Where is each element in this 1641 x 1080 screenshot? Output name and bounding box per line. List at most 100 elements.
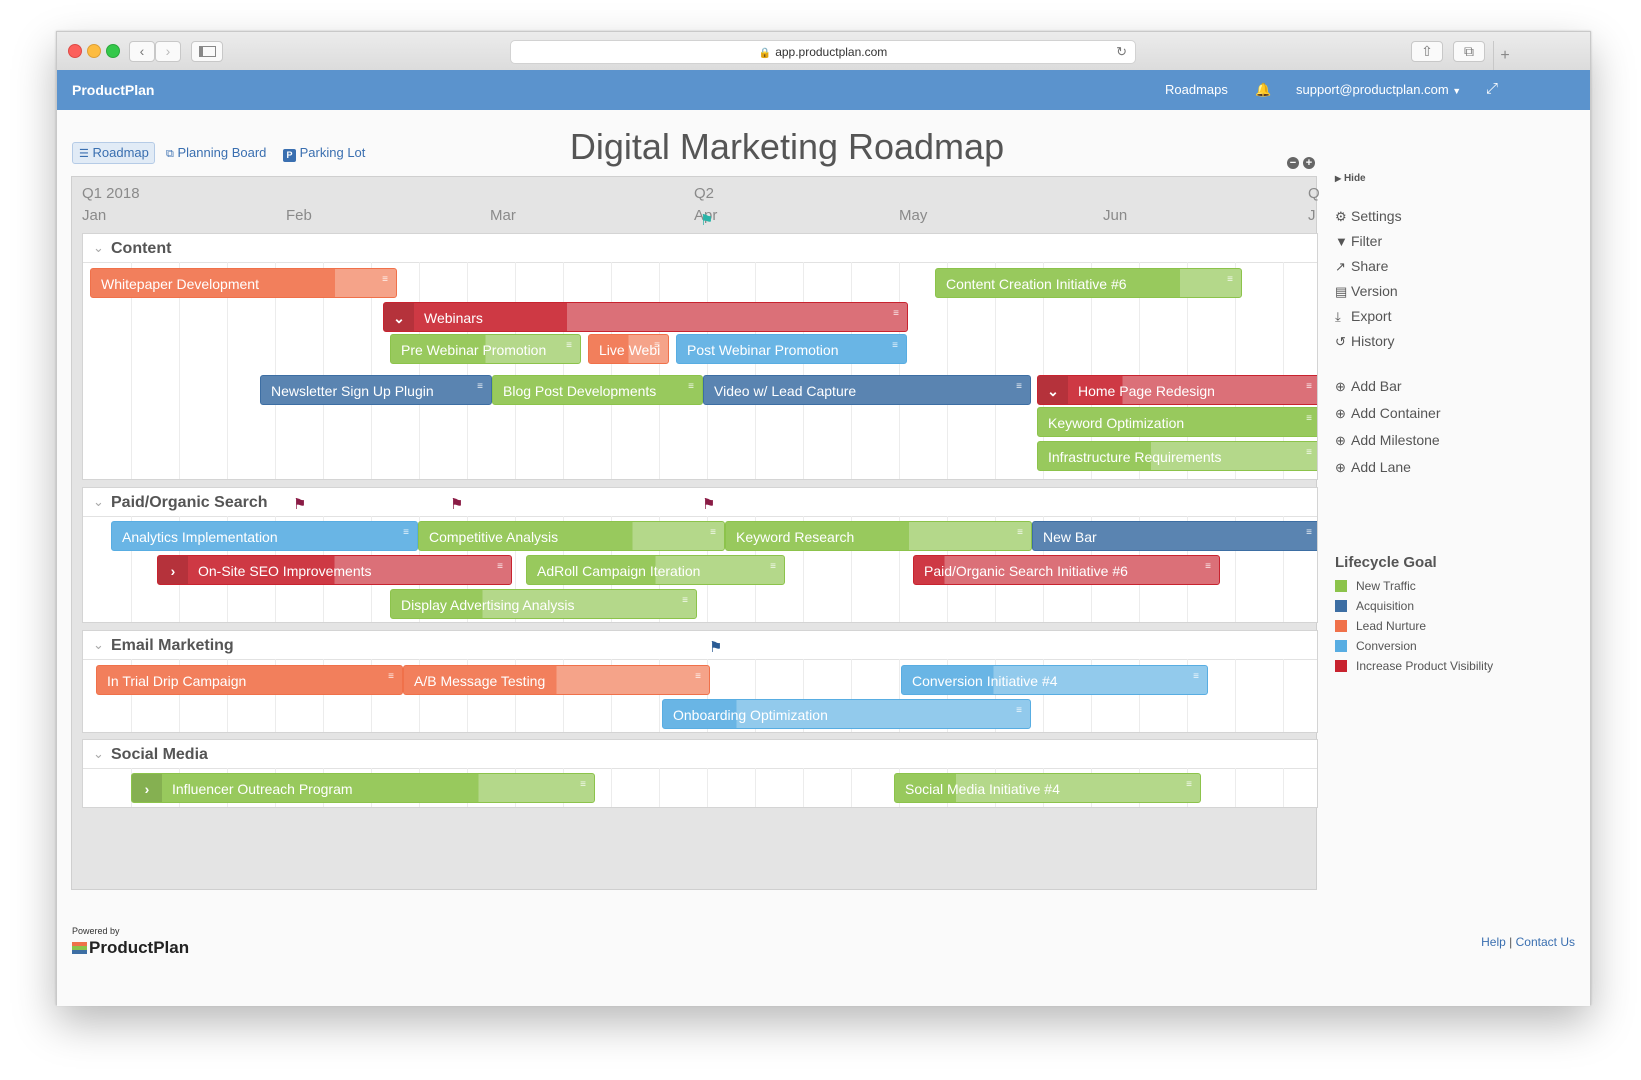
roadmap-bar[interactable]: › On-Site SEO Improvements ≡	[157, 555, 512, 585]
roadmap-bar[interactable]: Live Webi ≡	[588, 334, 669, 364]
roadmap-bar[interactable]: Analytics Implementation ≡	[111, 521, 418, 551]
drag-handle-icon[interactable]: ≡	[1186, 774, 1192, 800]
zoom-window-button[interactable]	[106, 44, 120, 58]
drag-handle-icon[interactable]: ≡	[566, 335, 572, 361]
notifications-bell-icon[interactable]: 🔔	[1255, 82, 1271, 98]
footer-logo[interactable]: ProductPlan	[72, 938, 189, 958]
zoom-in-icon[interactable]: +	[1303, 157, 1315, 169]
drag-handle-icon[interactable]: ≡	[1306, 442, 1312, 468]
forward-button[interactable]: ›	[155, 41, 181, 62]
sidebar-toggle-button[interactable]	[191, 41, 223, 62]
roadmap-bar[interactable]: Blog Post Developments ≡	[492, 375, 703, 405]
close-window-button[interactable]	[68, 44, 82, 58]
add-container-button[interactable]: ⊕ Add Container	[1335, 405, 1441, 422]
filter-menu-item[interactable]: ▼ Filter	[1335, 233, 1382, 249]
legend-item[interactable]: Increase Product Visibility	[1335, 659, 1493, 673]
roadmaps-link[interactable]: Roadmaps	[1165, 82, 1228, 97]
roadmap-bar[interactable]: Conversion Initiative #4 ≡	[901, 665, 1208, 695]
today-marker-flag-icon[interactable]: ⚑	[700, 213, 713, 228]
back-button[interactable]: ‹	[129, 41, 155, 62]
drag-handle-icon[interactable]: ≡	[1306, 522, 1312, 548]
roadmap-bar[interactable]: › Influencer Outreach Program ≡	[131, 773, 595, 803]
roadmap-bar[interactable]: Pre Webinar Promotion ≡	[390, 334, 581, 364]
zoom-out-icon[interactable]: −	[1287, 157, 1299, 169]
collapse-lane-chevron-icon[interactable]: ⌄	[93, 637, 104, 653]
drag-handle-icon[interactable]: ≡	[403, 522, 409, 548]
roadmap-bar[interactable]: ⌄ Home Page Redesign ≡	[1037, 375, 1317, 405]
drag-handle-icon[interactable]: ≡	[1227, 269, 1233, 295]
tab-roadmap[interactable]: ☰ Roadmap	[72, 142, 155, 164]
drag-handle-icon[interactable]: ≡	[1016, 376, 1022, 402]
expand-container-chevron-icon[interactable]: ›	[158, 556, 188, 584]
user-menu[interactable]: support@productplan.com ▼	[1296, 82, 1461, 97]
drag-handle-icon[interactable]: ≡	[770, 556, 776, 582]
reload-icon[interactable]: ↻	[1116, 41, 1127, 63]
collapse-container-chevron-icon[interactable]: ⌄	[1038, 376, 1068, 404]
roadmap-bar[interactable]: AdRoll Campaign Iteration ≡	[526, 555, 785, 585]
tab-parking-lot[interactable]: P Parking Lot	[277, 142, 371, 164]
lane-header[interactable]: ⌄ Content	[83, 234, 1317, 263]
roadmap-bar[interactable]: Paid/Organic Search Initiative #6 ≡	[913, 555, 1220, 585]
drag-handle-icon[interactable]: ≡	[893, 303, 899, 329]
roadmap-bar[interactable]: Keyword Research ≡	[725, 521, 1032, 551]
new-tab-button[interactable]: +	[1493, 41, 1516, 70]
drag-handle-icon[interactable]: ≡	[1193, 666, 1199, 692]
drag-handle-icon[interactable]: ≡	[1306, 376, 1312, 402]
milestone-flag-icon[interactable]: ⚑	[702, 497, 715, 512]
version-menu-item[interactable]: ▤ Version	[1335, 283, 1398, 300]
drag-handle-icon[interactable]: ≡	[892, 335, 898, 361]
legend-item[interactable]: Conversion	[1335, 639, 1417, 653]
roadmap-bar[interactable]: Video w/ Lead Capture ≡	[703, 375, 1031, 405]
lane-header[interactable]: ⌄ Paid/Organic Search	[83, 488, 1317, 517]
roadmap-bar[interactable]: Whitepaper Development ≡	[90, 268, 397, 298]
milestone-flag-icon[interactable]: ⚑	[293, 497, 306, 512]
minimize-window-button[interactable]	[87, 44, 101, 58]
roadmap-title[interactable]: Digital Marketing Roadmap	[512, 126, 1062, 168]
settings-menu-item[interactable]: ⚙ Settings	[1335, 208, 1402, 225]
drag-handle-icon[interactable]: ≡	[688, 376, 694, 402]
drag-handle-icon[interactable]: ≡	[1016, 700, 1022, 726]
hide-panel-toggle[interactable]: ▶ Hide	[1335, 173, 1366, 184]
fullscreen-icon[interactable]: ⤢	[1486, 80, 1498, 97]
collapse-lane-chevron-icon[interactable]: ⌄	[93, 240, 104, 256]
app-brand[interactable]: ProductPlan	[72, 82, 154, 98]
drag-handle-icon[interactable]: ≡	[1205, 556, 1211, 582]
address-bar[interactable]: 🔒 app.productplan.com ↻	[510, 40, 1136, 64]
tabs-overview-button[interactable]: ⧉	[1453, 41, 1485, 62]
legend-item[interactable]: New Traffic	[1335, 579, 1416, 593]
drag-handle-icon[interactable]: ≡	[580, 774, 586, 800]
drag-handle-icon[interactable]: ≡	[695, 666, 701, 692]
history-menu-item[interactable]: ↺ History	[1335, 333, 1395, 350]
collapse-container-chevron-icon[interactable]: ⌄	[384, 303, 414, 331]
collapse-lane-chevron-icon[interactable]: ⌄	[93, 746, 104, 762]
add-milestone-button[interactable]: ⊕ Add Milestone	[1335, 432, 1440, 449]
expand-container-chevron-icon[interactable]: ›	[132, 774, 162, 802]
share-page-button[interactable]: ⇧	[1411, 41, 1443, 62]
roadmap-bar[interactable]: Infrastructure Requirements ≡	[1037, 441, 1317, 471]
roadmap-bar[interactable]: Keyword Optimization ≡	[1037, 407, 1317, 437]
roadmap-bar[interactable]: Post Webinar Promotion ≡	[676, 334, 907, 364]
drag-handle-icon[interactable]: ≡	[710, 522, 716, 548]
add-lane-button[interactable]: ⊕ Add Lane	[1335, 459, 1411, 476]
drag-handle-icon[interactable]: ≡	[1017, 522, 1023, 548]
roadmap-bar[interactable]: Competitive Analysis ≡	[418, 521, 725, 551]
drag-handle-icon[interactable]: ≡	[497, 556, 503, 582]
drag-handle-icon[interactable]: ≡	[682, 590, 688, 616]
roadmap-bar[interactable]: In Trial Drip Campaign ≡	[96, 665, 403, 695]
drag-handle-icon[interactable]: ≡	[654, 335, 660, 361]
help-link[interactable]: Help	[1481, 935, 1506, 949]
milestone-flag-icon[interactable]: ⚑	[450, 497, 463, 512]
lane-header[interactable]: ⌄ Email Marketing	[83, 631, 1317, 660]
drag-handle-icon[interactable]: ≡	[477, 376, 483, 402]
collapse-lane-chevron-icon[interactable]: ⌄	[93, 494, 104, 510]
milestone-flag-icon[interactable]: ⚑	[709, 640, 722, 655]
roadmap-bar[interactable]: Onboarding Optimization ≡	[662, 699, 1031, 729]
lane-header[interactable]: ⌄ Social Media	[83, 740, 1317, 769]
roadmap-bar[interactable]: Newsletter Sign Up Plugin ≡	[260, 375, 492, 405]
drag-handle-icon[interactable]: ≡	[382, 269, 388, 295]
tab-planning-board[interactable]: ⧉ Planning Board	[160, 142, 272, 164]
roadmap-bar[interactable]: ⌄ Webinars ≡	[383, 302, 908, 332]
legend-item[interactable]: Acquisition	[1335, 599, 1414, 613]
legend-item[interactable]: Lead Nurture	[1335, 619, 1426, 633]
roadmap-bar[interactable]: Content Creation Initiative #6 ≡	[935, 268, 1242, 298]
